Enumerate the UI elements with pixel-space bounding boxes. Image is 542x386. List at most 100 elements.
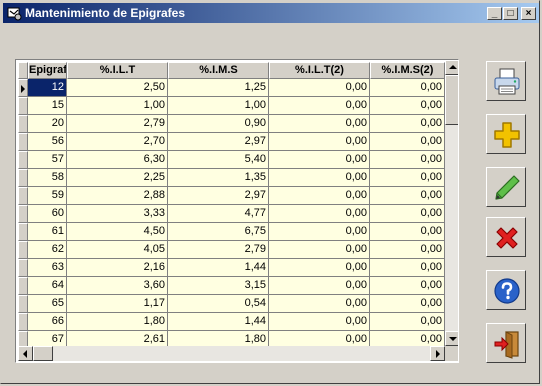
column-header-epigrafe[interactable]: Epigrafe [28, 62, 67, 79]
cell-epigrafe[interactable]: 63 [28, 259, 67, 277]
table-row[interactable]: 58 2,25 1,35 0,00 0,00 [18, 169, 445, 187]
row-indicator[interactable] [18, 97, 28, 115]
cell-ilt[interactable]: 2,79 [67, 115, 168, 133]
column-header-ilt2[interactable]: %.I.L.T(2) [269, 62, 370, 79]
row-indicator[interactable] [18, 79, 28, 97]
exit-button[interactable] [486, 323, 526, 363]
cell-ilt[interactable]: 6,30 [67, 151, 168, 169]
cell-ilt[interactable]: 2,50 [67, 79, 168, 97]
cell-ims[interactable]: 1,35 [168, 169, 269, 187]
cell-ims2[interactable]: 0,00 [370, 133, 445, 151]
cell-ilt[interactable]: 3,60 [67, 277, 168, 295]
maximize-button[interactable]: □ [503, 7, 518, 20]
cell-ilt[interactable]: 3,33 [67, 205, 168, 223]
table-row[interactable]: 64 3,60 3,15 0,00 0,00 [18, 277, 445, 295]
cell-ilt2[interactable]: 0,00 [269, 259, 370, 277]
cell-ilt[interactable]: 2,88 [67, 187, 168, 205]
minimize-button[interactable]: _ [487, 7, 502, 20]
cell-ims[interactable]: 1,00 [168, 97, 269, 115]
cell-ilt[interactable]: 1,17 [67, 295, 168, 313]
cell-ilt2[interactable]: 0,00 [269, 97, 370, 115]
cell-ilt2[interactable]: 0,00 [269, 295, 370, 313]
row-indicator[interactable] [18, 151, 28, 169]
cell-epigrafe[interactable]: 60 [28, 205, 67, 223]
cell-ims2[interactable]: 0,00 [370, 241, 445, 259]
cell-ilt[interactable]: 2,25 [67, 169, 168, 187]
cell-ims2[interactable]: 0,00 [370, 169, 445, 187]
row-indicator[interactable] [18, 133, 28, 151]
cell-ilt2[interactable]: 0,00 [269, 205, 370, 223]
row-indicator[interactable] [18, 205, 28, 223]
cell-ims2[interactable]: 0,00 [370, 187, 445, 205]
vertical-scroll-thumb[interactable] [445, 75, 458, 125]
cell-ims[interactable]: 3,15 [168, 277, 269, 295]
cell-epigrafe[interactable]: 65 [28, 295, 67, 313]
cell-ilt[interactable]: 2,70 [67, 133, 168, 151]
cell-ilt2[interactable]: 0,00 [269, 313, 370, 331]
cell-ims[interactable]: 5,40 [168, 151, 269, 169]
cell-ims2[interactable]: 0,00 [370, 313, 445, 331]
cell-ilt[interactable]: 1,00 [67, 97, 168, 115]
cell-ims2[interactable]: 0,00 [370, 223, 445, 241]
cell-ims2[interactable]: 0,00 [370, 277, 445, 295]
row-indicator[interactable] [18, 259, 28, 277]
cell-epigrafe[interactable]: 12 [28, 79, 67, 97]
cell-ilt2[interactable]: 0,00 [269, 277, 370, 295]
vertical-scrollbar[interactable] [445, 60, 458, 346]
row-indicator[interactable] [18, 169, 28, 187]
cell-ilt2[interactable]: 0,00 [269, 187, 370, 205]
cell-ims[interactable]: 1,25 [168, 79, 269, 97]
cell-ilt2[interactable]: 0,00 [269, 115, 370, 133]
cell-ims2[interactable]: 0,00 [370, 295, 445, 313]
row-indicator[interactable] [18, 223, 28, 241]
row-indicator[interactable] [18, 241, 28, 259]
table-row[interactable]: 20 2,79 0,90 0,00 0,00 [18, 115, 445, 133]
cell-ims[interactable]: 0,54 [168, 295, 269, 313]
cell-ims[interactable]: 4,77 [168, 205, 269, 223]
cell-ilt2[interactable]: 0,00 [269, 223, 370, 241]
cell-ims2[interactable]: 0,00 [370, 205, 445, 223]
table-row[interactable]: 56 2,70 2,97 0,00 0,00 [18, 133, 445, 151]
column-header-ims[interactable]: %.I.M.S [168, 62, 269, 79]
cell-ilt2[interactable]: 0,00 [269, 151, 370, 169]
cell-ilt[interactable]: 4,50 [67, 223, 168, 241]
cell-ims[interactable]: 6,75 [168, 223, 269, 241]
cell-ims[interactable]: 2,97 [168, 133, 269, 151]
cell-ilt2[interactable]: 0,00 [269, 79, 370, 97]
cell-ims[interactable]: 2,97 [168, 187, 269, 205]
table-row[interactable]: 60 3,33 4,77 0,00 0,00 [18, 205, 445, 223]
cell-epigrafe[interactable]: 57 [28, 151, 67, 169]
title-bar[interactable]: Mantenimiento de Epigrafes _ □ × [3, 3, 539, 23]
epigrafes-grid[interactable]: Epigrafe %.I.L.T %.I.M.S %.I.L.T(2) %.I.… [15, 59, 459, 363]
cell-epigrafe[interactable]: 64 [28, 277, 67, 295]
table-row[interactable]: 57 6,30 5,40 0,00 0,00 [18, 151, 445, 169]
scroll-down-button[interactable] [445, 331, 458, 346]
row-indicator[interactable] [18, 313, 28, 331]
row-indicator[interactable] [18, 295, 28, 313]
cell-ims2[interactable]: 0,00 [370, 79, 445, 97]
horizontal-scroll-thumb[interactable] [33, 346, 53, 361]
cell-ilt[interactable]: 2,16 [67, 259, 168, 277]
horizontal-scrollbar[interactable] [18, 346, 445, 361]
cell-ims2[interactable]: 0,00 [370, 259, 445, 277]
table-row[interactable]: 59 2,88 2,97 0,00 0,00 [18, 187, 445, 205]
add-button[interactable] [486, 114, 526, 154]
table-row[interactable]: 12 2,50 1,25 0,00 0,00 [18, 79, 445, 97]
delete-button[interactable] [486, 217, 526, 257]
cell-ilt2[interactable]: 0,00 [269, 133, 370, 151]
scroll-up-button[interactable] [445, 60, 458, 75]
edit-button[interactable] [486, 167, 526, 207]
cell-ilt[interactable]: 4,05 [67, 241, 168, 259]
column-header-ims2[interactable]: %.I.M.S(2) [370, 62, 445, 79]
cell-epigrafe[interactable]: 59 [28, 187, 67, 205]
table-row[interactable]: 62 4,05 2,79 0,00 0,00 [18, 241, 445, 259]
cell-epigrafe[interactable]: 15 [28, 97, 67, 115]
cell-epigrafe[interactable]: 56 [28, 133, 67, 151]
cell-ims2[interactable]: 0,00 [370, 115, 445, 133]
table-row[interactable]: 66 1,80 1,44 0,00 0,00 [18, 313, 445, 331]
close-button[interactable]: × [521, 7, 536, 20]
table-row[interactable]: 65 1,17 0,54 0,00 0,00 [18, 295, 445, 313]
scroll-left-button[interactable] [18, 346, 33, 361]
cell-epigrafe[interactable]: 66 [28, 313, 67, 331]
cell-ims2[interactable]: 0,00 [370, 97, 445, 115]
